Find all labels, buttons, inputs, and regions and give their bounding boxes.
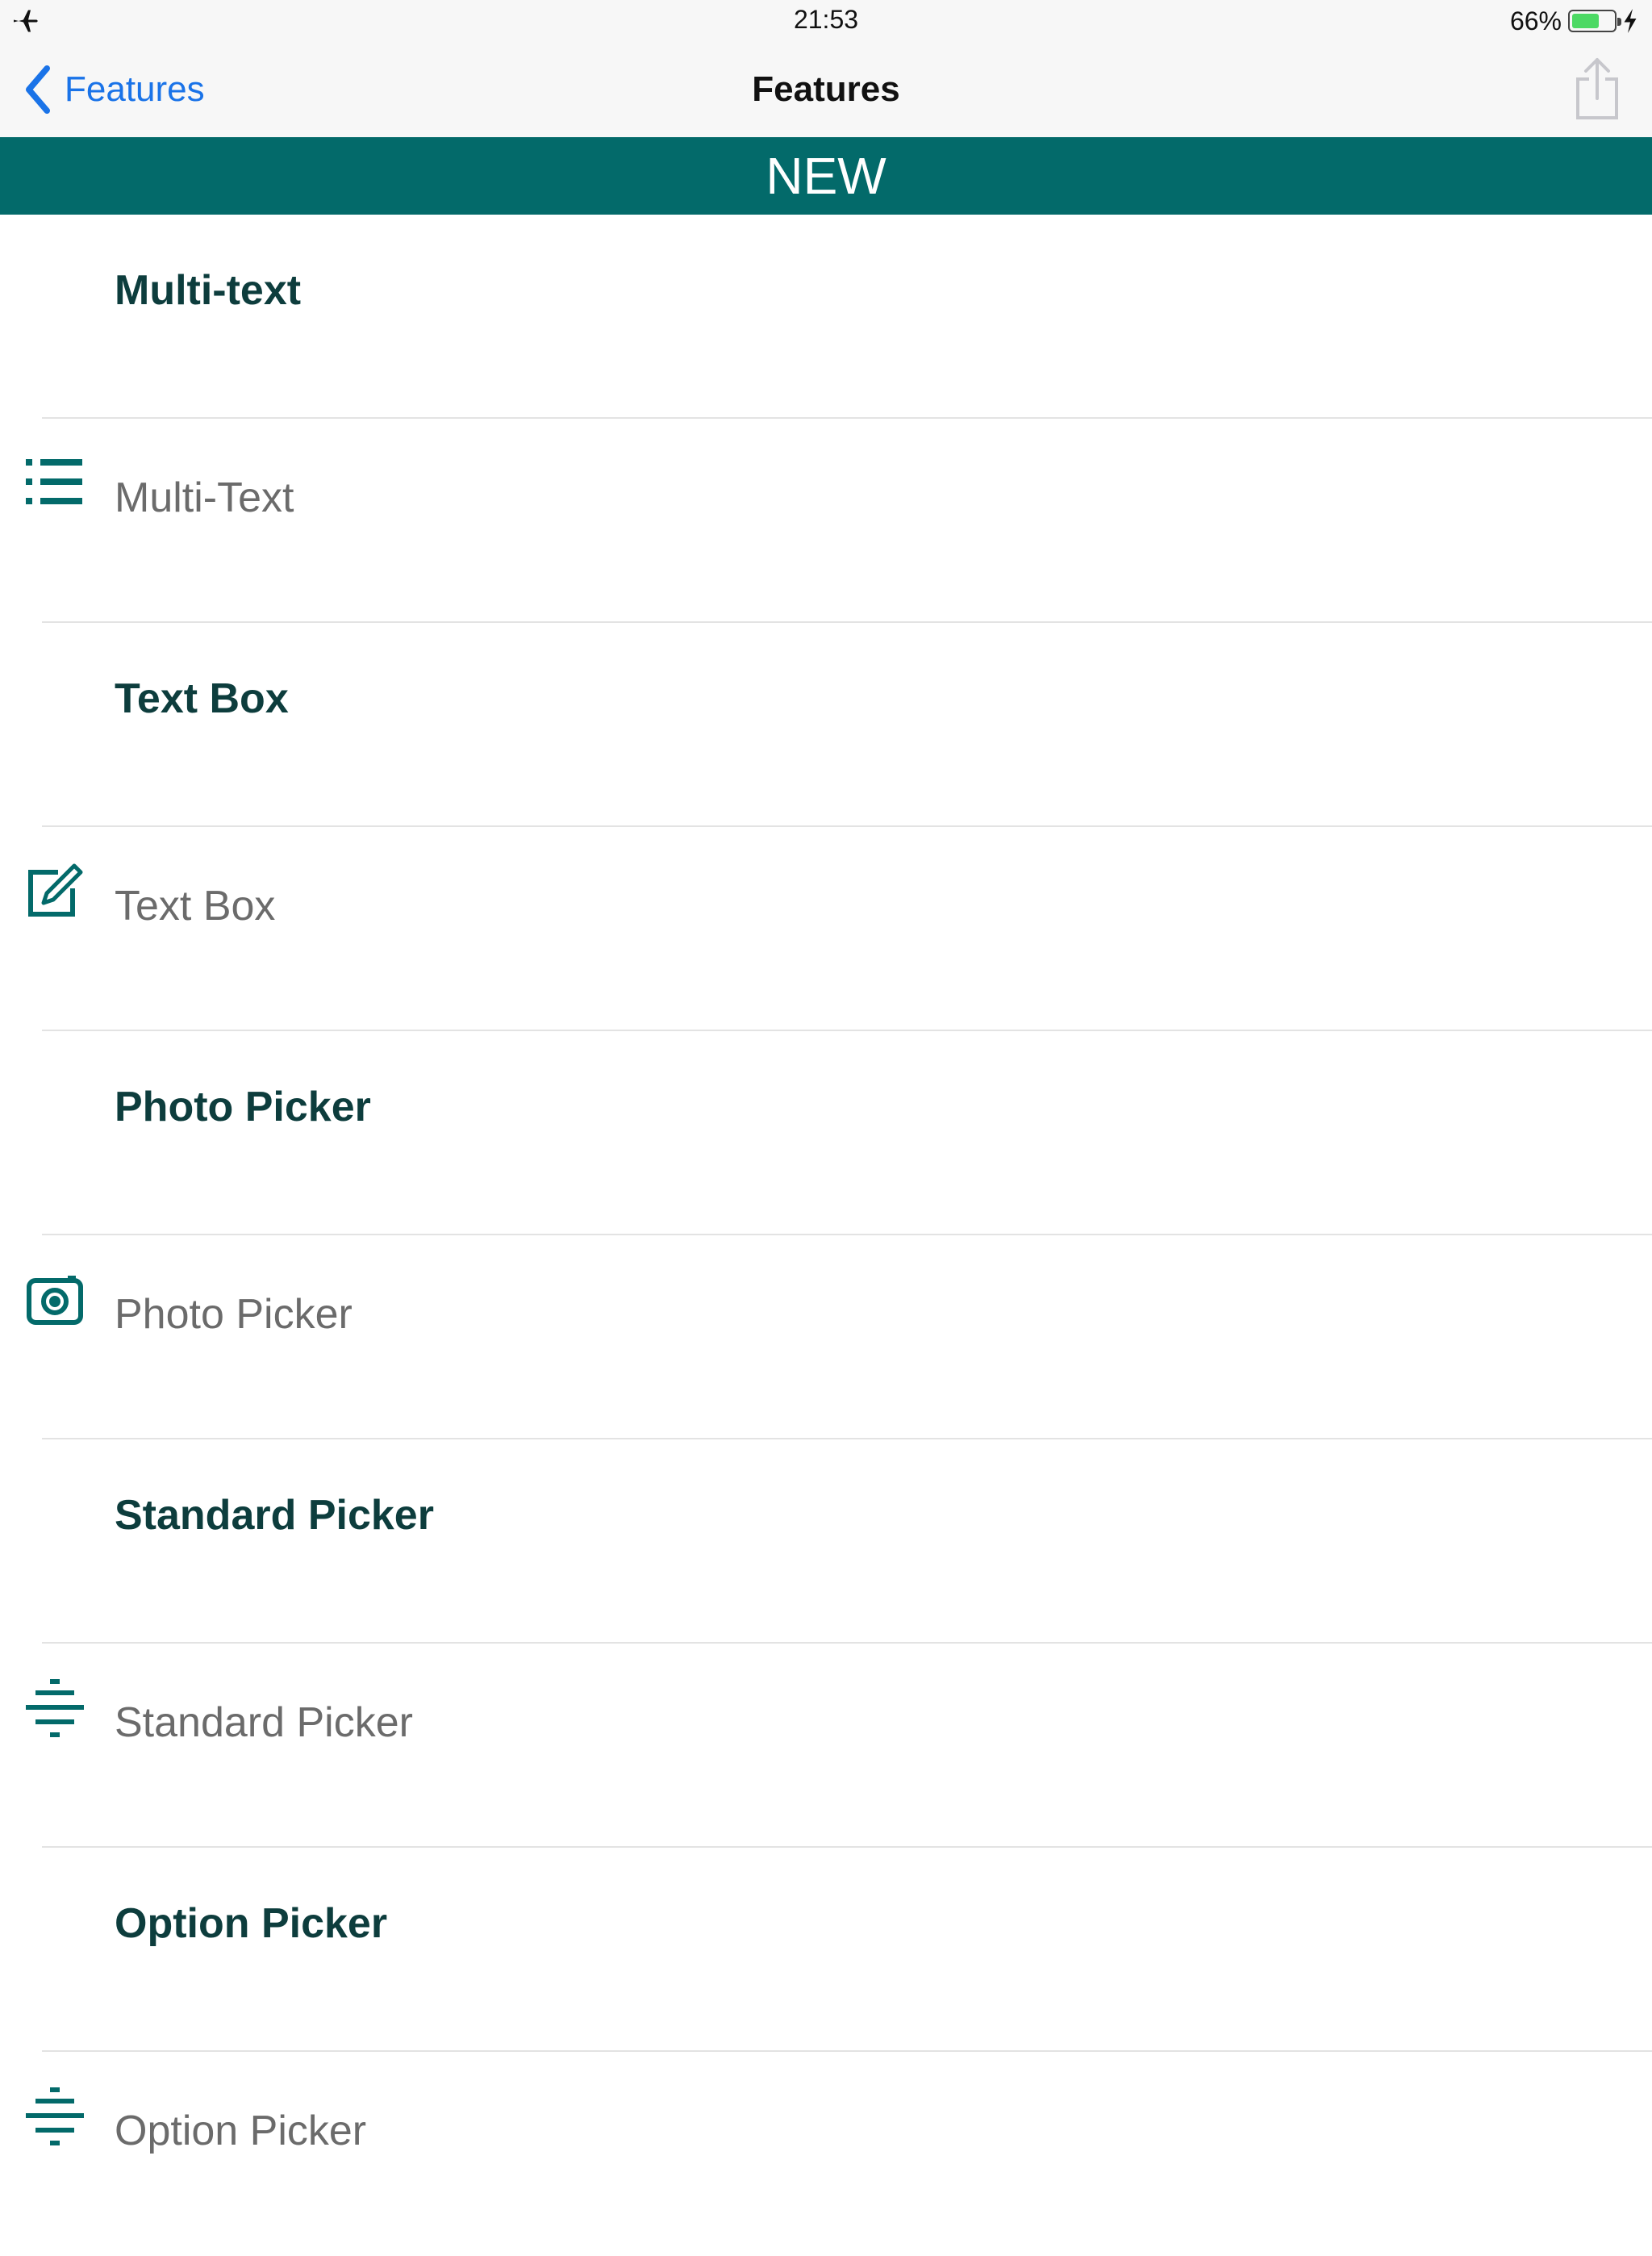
list-item-label: Text Box bbox=[115, 883, 276, 930]
list-item-text-box[interactable]: Text Box bbox=[28, 827, 1652, 1031]
section-title-standard-picker: Standard Picker bbox=[115, 1492, 434, 1539]
share-icon[interactable] bbox=[1575, 56, 1620, 121]
section-title-multi-text: Multi-text bbox=[115, 267, 302, 314]
page-title: Features bbox=[752, 69, 900, 109]
charging-bolt-icon bbox=[1624, 9, 1637, 33]
list-section-title: Multi-text bbox=[42, 215, 1652, 419]
battery-percent: 66% bbox=[1509, 6, 1562, 36]
list-item-standard-picker[interactable]: Standard Picker bbox=[26, 1644, 1652, 1848]
status-time: 21:53 bbox=[793, 5, 859, 34]
list-icon bbox=[26, 459, 82, 504]
list-item-multi-text[interactable]: Multi-Text bbox=[26, 419, 1652, 623]
list-section-title: Text Box bbox=[42, 623, 1652, 827]
camera-icon bbox=[27, 1276, 83, 1325]
battery-fill bbox=[1572, 14, 1599, 28]
status-bar: 21:53 66% bbox=[0, 0, 1652, 42]
list-item-label: Photo Picker bbox=[115, 1291, 353, 1338]
picker-icon bbox=[26, 2087, 84, 2145]
section-title-text-box: Text Box bbox=[115, 675, 289, 722]
status-right: 66% bbox=[1510, 5, 1637, 37]
list-section-title: Photo Picker bbox=[42, 1031, 1652, 1235]
list-section-title: Standard Picker bbox=[42, 1439, 1652, 1644]
list-section-title: Option Picker bbox=[42, 1848, 1652, 2052]
list-item-photo-picker[interactable]: Photo Picker bbox=[27, 1235, 1652, 1439]
feature-list: Multi-text Multi-Text Text Box Text Box … bbox=[0, 215, 1652, 2256]
battery-tip bbox=[1617, 18, 1621, 26]
battery-icon bbox=[1568, 10, 1621, 32]
section-title-option-picker: Option Picker bbox=[115, 1900, 388, 1947]
list-item-label: Multi-Text bbox=[115, 474, 294, 521]
picker-icon bbox=[26, 1679, 84, 1737]
list-item-option-picker[interactable]: Option Picker bbox=[26, 2052, 1652, 2256]
list-item-label: Standard Picker bbox=[115, 1699, 413, 1746]
list-item-label: Option Picker bbox=[115, 2108, 367, 2154]
edit-icon bbox=[28, 863, 83, 917]
section-header: NEW bbox=[0, 137, 1652, 215]
nav-bar: Features Features bbox=[0, 42, 1652, 137]
section-title-photo-picker: Photo Picker bbox=[115, 1084, 371, 1130]
